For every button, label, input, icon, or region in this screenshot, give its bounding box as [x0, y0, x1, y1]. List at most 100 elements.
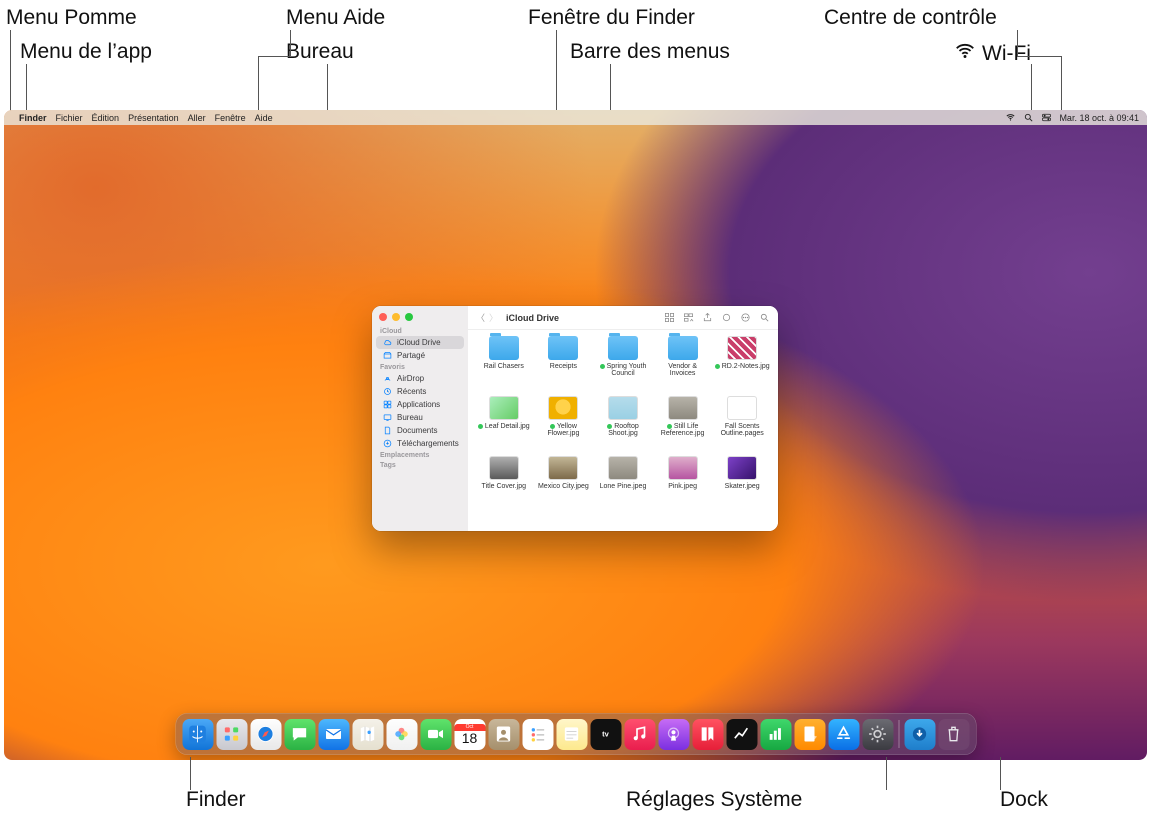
- file-item[interactable]: Pink.jpeg: [655, 456, 711, 514]
- file-label: Rooftop Shoot.jpg: [595, 423, 651, 438]
- app-menu[interactable]: Finder: [19, 113, 47, 123]
- file-item[interactable]: Rail Chasers: [476, 336, 532, 394]
- control-center-icon[interactable]: [1041, 112, 1052, 123]
- menu-aide[interactable]: Aide: [255, 113, 273, 123]
- file-thumbnail: [608, 456, 638, 480]
- file-label: RD.2-Notes.jpg: [715, 363, 770, 370]
- dock-separator: [898, 720, 899, 748]
- dock-item-stocks[interactable]: [726, 719, 757, 750]
- callout-menu-aide: Menu Aide: [286, 6, 385, 30]
- wifi-status-icon[interactable]: [1005, 112, 1016, 123]
- menu-bar: Finder Fichier Édition Présentation Alle…: [4, 110, 1147, 125]
- menu-aller[interactable]: Aller: [188, 113, 206, 123]
- sidebar-item-documents[interactable]: Documents: [376, 424, 464, 437]
- sidebar-item-airdrop[interactable]: AirDrop: [376, 372, 464, 385]
- sidebar-item-label: Bureau: [397, 413, 423, 422]
- file-item[interactable]: Skater.jpeg: [714, 456, 770, 514]
- folder-icon: [548, 336, 578, 360]
- close-button[interactable]: [379, 313, 387, 321]
- file-item[interactable]: RD.2-Notes.jpg: [714, 336, 770, 394]
- zoom-button[interactable]: [405, 313, 413, 321]
- spotlight-icon[interactable]: [1023, 112, 1034, 123]
- folder-icon: [608, 336, 638, 360]
- recents-icon: [383, 387, 392, 396]
- dock-item-tv[interactable]: tv: [590, 719, 621, 750]
- sidebar-item-bureau[interactable]: Bureau: [376, 411, 464, 424]
- finder-toolbar: 〈 〉 iCloud Drive: [468, 306, 778, 330]
- minimize-button[interactable]: [392, 313, 400, 321]
- file-label: Still Life Reference.jpg: [655, 423, 711, 438]
- file-item[interactable]: Still Life Reference.jpg: [655, 396, 711, 454]
- menu-fichier[interactable]: Fichier: [56, 113, 83, 123]
- dock-item-music[interactable]: [624, 719, 655, 750]
- view-icons-icon[interactable]: [664, 312, 675, 323]
- menu-edition[interactable]: Édition: [92, 113, 120, 123]
- dock-item-notes[interactable]: [556, 719, 587, 750]
- file-label: Title Cover.jpg: [482, 483, 526, 490]
- dock-item-trash[interactable]: [938, 719, 969, 750]
- dock-item-facetime[interactable]: [420, 719, 451, 750]
- dock-item-finder[interactable]: [182, 719, 213, 750]
- file-label: Spring Youth Council: [595, 363, 651, 378]
- dock-item-safari[interactable]: [250, 719, 281, 750]
- callout-menu-pomme: Menu Pomme: [6, 6, 137, 30]
- search-icon[interactable]: [759, 312, 770, 323]
- file-item[interactable]: Vendor & Invoices: [655, 336, 711, 394]
- callout-wifi: Wi-Fi: [954, 40, 1031, 68]
- sidebar-item-applications[interactable]: Applications: [376, 398, 464, 411]
- file-thumbnail: [727, 456, 757, 480]
- file-label: Skater.jpeg: [725, 483, 760, 490]
- finder-window[interactable]: iCloud iCloud Drive Partagé Favoris AirDr…: [372, 306, 778, 531]
- sidebar-section-favoris: Favoris: [372, 362, 468, 372]
- sidebar-item-label: iCloud Drive: [397, 338, 441, 347]
- menubar-datetime[interactable]: Mar. 18 oct. à 09:41: [1059, 113, 1139, 123]
- group-icon[interactable]: [683, 312, 694, 323]
- dock-item-appstore[interactable]: [828, 719, 859, 750]
- dock-item-pages[interactable]: [794, 719, 825, 750]
- file-item[interactable]: Title Cover.jpg: [476, 456, 532, 514]
- file-label: Rail Chasers: [484, 363, 524, 370]
- callout-finder-window: Fenêtre du Finder: [528, 6, 695, 30]
- dock-item-reminders[interactable]: [522, 719, 553, 750]
- back-button[interactable]: 〈: [476, 311, 485, 324]
- dock-item-numbers[interactable]: [760, 719, 791, 750]
- file-label: Fall Scents Outline.pages: [714, 423, 770, 438]
- sidebar-section-icloud: iCloud: [372, 326, 468, 336]
- forward-button[interactable]: 〉: [489, 311, 498, 324]
- menu-fenetre[interactable]: Fenêtre: [215, 113, 246, 123]
- dock-item-launchpad[interactable]: [216, 719, 247, 750]
- file-item[interactable]: Spring Youth Council: [595, 336, 651, 394]
- dock-item-photos[interactable]: [386, 719, 417, 750]
- dock-item-contacts[interactable]: [488, 719, 519, 750]
- sidebar-item-r-cents[interactable]: Récents: [376, 385, 464, 398]
- sidebar-item-t-l-chargements[interactable]: Téléchargements: [376, 437, 464, 450]
- file-item[interactable]: Mexico City.jpeg: [536, 456, 592, 514]
- sidebar-item-label: Documents: [397, 426, 437, 435]
- share-icon[interactable]: [702, 312, 713, 323]
- downloads-icon: [383, 439, 392, 448]
- file-thumbnail: [489, 456, 519, 480]
- tag-icon[interactable]: [721, 312, 732, 323]
- file-item[interactable]: Lone Pine.jpeg: [595, 456, 651, 514]
- action-icon[interactable]: [740, 312, 751, 323]
- dock-item-podcasts[interactable]: [658, 719, 689, 750]
- dock-item-maps[interactable]: [352, 719, 383, 750]
- file-item[interactable]: Rooftop Shoot.jpg: [595, 396, 651, 454]
- dock-item-mail[interactable]: [318, 719, 349, 750]
- sidebar-item-icloud-drive[interactable]: iCloud Drive: [376, 336, 464, 349]
- file-item[interactable]: Yellow Flower.jpg: [536, 396, 592, 454]
- file-item[interactable]: Leaf Detail.jpg: [476, 396, 532, 454]
- dock-item-downloads[interactable]: [904, 719, 935, 750]
- apps-icon: [383, 400, 392, 409]
- file-item[interactable]: Fall Scents Outline.pages: [714, 396, 770, 454]
- dock-item-sysprefs[interactable]: [862, 719, 893, 750]
- file-item[interactable]: Receipts: [536, 336, 592, 394]
- menu-presentation[interactable]: Présentation: [128, 113, 179, 123]
- dock-item-calendar[interactable]: Oct18: [454, 719, 485, 750]
- file-label: Receipts: [550, 363, 577, 370]
- sidebar-item-partagé[interactable]: Partagé: [376, 349, 464, 362]
- dock-item-messages[interactable]: [284, 719, 315, 750]
- callout-barre-menus: Barre des menus: [570, 40, 730, 64]
- dock-item-news[interactable]: [692, 719, 723, 750]
- desktop[interactable]: Finder Fichier Édition Présentation Alle…: [4, 110, 1147, 760]
